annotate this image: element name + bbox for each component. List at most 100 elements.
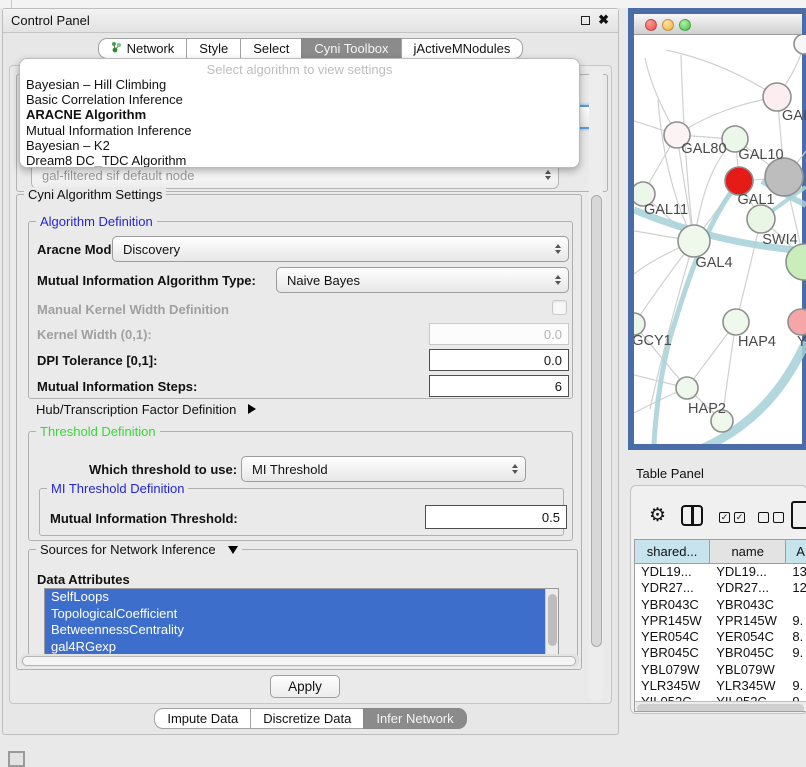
node-label-gal11: GAL11: [644, 202, 688, 218]
table-cell: YBR045C: [635, 645, 710, 661]
attribute-item-selfloops[interactable]: SelfLoops: [45, 589, 558, 606]
network-node-gcy1[interactable]: [634, 313, 645, 335]
network-edge[interactable]: [694, 342, 806, 444]
close-icon[interactable]: ✖: [598, 12, 609, 28]
table-row[interactable]: YDL19...YDL19...13: [635, 564, 806, 580]
table-row[interactable]: YER054CYER054C8.: [635, 629, 806, 645]
network-node-y[interactable]: [788, 309, 806, 335]
algorithm-option-dream8-dc-tdc-algorithm[interactable]: Dream8 DC_TDC Algorithm: [20, 153, 579, 168]
attribute-item-betweennesscentrality[interactable]: BetweennessCentrality: [45, 622, 558, 639]
column-header-name[interactable]: name: [710, 540, 786, 563]
table-header-row: shared...nameA: [635, 540, 806, 564]
mi-type-combo[interactable]: Naive Bayes: [276, 267, 569, 293]
tab-infer-network[interactable]: Infer Network: [363, 708, 466, 729]
manual-kernel-label: Manual Kernel Width Definition: [37, 302, 229, 317]
zoom-light[interactable]: [679, 19, 691, 31]
expand-right-icon: [248, 404, 256, 414]
checked-box-icon[interactable]: ✓: [734, 512, 745, 523]
tab-label: Infer Network: [376, 711, 453, 726]
network-icon: [111, 41, 122, 56]
attribute-item-topologicalcoefficient[interactable]: TopologicalCoefficient: [45, 606, 558, 623]
tab-select[interactable]: Select: [240, 38, 302, 59]
float-window-icon[interactable]: [581, 16, 590, 25]
algorithm-dropdown-popup: Select algorithm to view settings Bayesi…: [19, 58, 580, 168]
table-row[interactable]: YLR345WYLR345W9.: [635, 678, 806, 694]
mi-threshold-field[interactable]: 0.5: [425, 505, 567, 529]
algorithm-option-mutual-information-inference[interactable]: Mutual Information Inference: [20, 123, 579, 138]
minimize-light[interactable]: [662, 19, 674, 31]
tab-discretize-data[interactable]: Discretize Data: [250, 708, 364, 729]
tab-network[interactable]: Network: [98, 38, 188, 59]
network-node-hap2[interactable]: [676, 377, 698, 399]
tab-label: Select: [253, 41, 289, 56]
document-icon[interactable]: [791, 501, 806, 529]
table-row[interactable]: YPR145WYPR145W9.: [635, 613, 806, 629]
tab-label: Impute Data: [167, 711, 238, 726]
tab-jactivemnodules[interactable]: jActiveMNodules: [401, 38, 524, 59]
table-cell: YDL19...: [710, 564, 786, 580]
dpi-tolerance-value: 0.0: [544, 353, 562, 368]
table-toolbar: ⚙ ✓ ✓: [631, 498, 806, 534]
columns-icon[interactable]: [681, 505, 703, 526]
sources-group-title[interactable]: Sources for Network Inference: [36, 542, 242, 557]
node-label-gal1: GAL1: [737, 192, 774, 208]
network-view-window: GALGAL80GAL10GAL1GAL11SWI4GAL4GCY1HAP4YH…: [628, 8, 806, 450]
network-node-swi4[interactable]: [747, 205, 775, 233]
which-threshold-combo[interactable]: MI Threshold: [241, 456, 526, 482]
tab-style[interactable]: Style: [186, 38, 241, 59]
tab-cyni-toolbox[interactable]: Cyni Toolbox: [301, 38, 401, 59]
table-cell: YBR045C: [710, 645, 786, 661]
node-label-gal: GAL: [782, 108, 806, 124]
network-node-gal1[interactable]: [725, 167, 753, 195]
table-cell: YLR345W: [635, 678, 710, 694]
attribute-item-gal4rgexp[interactable]: gal4RGexp: [45, 639, 558, 656]
dpi-tolerance-field[interactable]: 0.0: [429, 349, 569, 371]
tab-label: Style: [199, 41, 228, 56]
network-node[interactable]: [765, 158, 803, 196]
algorithm-option-basic-correlation-inference[interactable]: Basic Correlation Inference: [20, 92, 579, 107]
mi-threshold-group-title: MI Threshold Definition: [47, 481, 188, 496]
table-horizontal-scrollbar[interactable]: [635, 701, 806, 712]
apply-button[interactable]: Apply: [270, 675, 340, 698]
table-cell: 9.: [786, 678, 806, 694]
algorithm-option-aracne-algorithm[interactable]: ARACNE Algorithm: [20, 107, 579, 122]
checked-box-icon[interactable]: ✓: [719, 512, 730, 523]
unchecked-box-icon[interactable]: [773, 512, 784, 523]
close-light[interactable]: [645, 19, 657, 31]
kernel-width-field[interactable]: 0.0: [429, 323, 569, 345]
column-header-a[interactable]: A: [786, 540, 806, 563]
algorithm-definition-title: Algorithm Definition: [36, 214, 157, 229]
column-header-shared[interactable]: shared...: [635, 540, 710, 563]
table-row[interactable]: YBR045CYBR045C9.: [635, 645, 806, 661]
network-edge[interactable]: [736, 219, 761, 322]
network-node-hap4[interactable]: [723, 309, 749, 335]
network-canvas[interactable]: GALGAL80GAL10GAL1GAL11SWI4GAL4GCY1HAP4YH…: [634, 35, 806, 444]
manual-kernel-checkbox[interactable]: [552, 300, 567, 315]
hub-definition-toggle[interactable]: Hub/Transcription Factor Definition: [36, 402, 256, 417]
network-node[interactable]: [794, 35, 806, 54]
horizontal-scrollbar[interactable]: [20, 654, 580, 667]
network-node-gal4[interactable]: [678, 225, 710, 257]
vertical-scrollbar[interactable]: [589, 69, 603, 701]
mi-steps-field[interactable]: 6: [429, 375, 569, 397]
data-attributes-label: Data Attributes: [37, 572, 130, 587]
node-label-hap2: HAP2: [688, 401, 726, 417]
tab-impute-data[interactable]: Impute Data: [154, 708, 251, 729]
minimized-panel-icon[interactable]: [8, 751, 25, 767]
list-scrollbar[interactable]: [545, 589, 558, 659]
network-window-titlebar: [634, 14, 802, 35]
algorithm-option-bayesian-k2[interactable]: Bayesian – K2: [20, 138, 579, 153]
top-strip: [0, 0, 806, 8]
table-row[interactable]: YBR043CYBR043C: [635, 597, 806, 613]
node-label-gal80: GAL80: [681, 141, 726, 157]
algorithm-option-bayesian-hill-climbing[interactable]: Bayesian – Hill Climbing: [20, 77, 579, 92]
aracne-mode-combo[interactable]: Discovery: [112, 236, 569, 262]
unchecked-box-icon[interactable]: [758, 512, 769, 523]
table-row[interactable]: YBL079WYBL079W: [635, 662, 806, 678]
table-row[interactable]: YDR27...YDR27...12: [635, 580, 806, 596]
node-table: shared...nameA YDL19...YDL19...13YDR27..…: [634, 539, 806, 712]
data-attributes-list[interactable]: SelfLoopsTopologicalCoefficientBetweenne…: [44, 588, 559, 660]
gear-icon[interactable]: ⚙: [649, 506, 666, 525]
aracne-mode-value: Discovery: [123, 242, 180, 257]
network-node-gal[interactable]: [763, 83, 791, 111]
